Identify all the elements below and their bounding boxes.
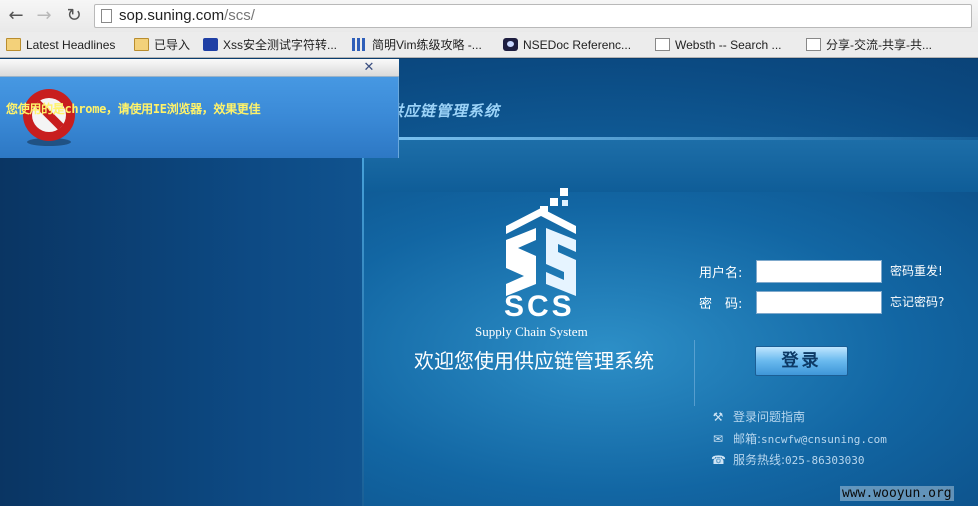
wrench-icon: ⚒ <box>712 410 724 424</box>
scs-logo-icon <box>506 188 576 296</box>
header-glow-line <box>362 137 978 140</box>
bookmark-imported[interactable]: 已导入 <box>134 37 190 53</box>
watermark-text: www.wooyun.org <box>840 486 954 501</box>
username-input[interactable] <box>756 260 882 283</box>
bars-icon <box>352 38 367 51</box>
login-button[interactable]: 登录 <box>755 346 848 376</box>
envelope-icon: ✉ <box>712 432 724 446</box>
page-icon <box>655 38 670 51</box>
browser-toolbar: ← → ↻ sop.suning.com/scs/ <box>0 0 978 32</box>
browser-warning-message: 您使用的是chrome，请使用IE浏览器，效果更佳 <box>6 102 261 116</box>
forgot-password-link[interactable]: 忘记密码? <box>890 293 944 310</box>
logo-subtitle: Supply Chain System <box>475 324 588 339</box>
reset-password-link[interactable]: 密码重发! <box>890 262 943 279</box>
browser-warning-popup: ✕ 您使用的是chrome，请使用IE浏览器，效果更佳 <box>0 59 399 158</box>
username-label: 用户名: <box>699 266 743 281</box>
hotline-number: 025-86303030 <box>785 454 865 467</box>
bookmark-xss[interactable]: Xss安全测试字符转... <box>203 37 337 53</box>
info-separator <box>694 340 695 406</box>
bookmark-websth[interactable]: Websth -- Search ... <box>655 37 781 53</box>
reload-icon[interactable]: ↻ <box>62 4 86 28</box>
address-bar[interactable]: sop.suning.com/scs/ <box>94 4 972 28</box>
close-icon[interactable]: ✕ <box>362 59 376 77</box>
bookmark-latest-headlines[interactable]: Latest Headlines <box>6 37 115 53</box>
folder-icon <box>134 38 149 51</box>
panel-divider <box>362 139 364 506</box>
bookmarks-bar: Latest Headlines 已导入 Xss安全测试字符转... 简明Vim… <box>0 32 978 58</box>
page-icon <box>806 38 821 51</box>
folder-icon <box>6 38 21 51</box>
password-label: 密 码: <box>699 297 743 312</box>
hotline-info: ☎ 服务热线:025-86303030 <box>711 453 865 467</box>
email-address: sncwfw@cnsuning.com <box>761 433 887 446</box>
welcome-text: 欢迎您使用供应链管理系统 <box>414 349 654 373</box>
back-arrow-icon[interactable]: ← <box>4 4 28 28</box>
phone-icon: ☎ <box>711 453 726 467</box>
bookmark-vim[interactable]: 简明Vim练级攻略 -... <box>352 37 482 53</box>
url-text: sop.suning.com/scs/ <box>119 7 255 24</box>
logo-text: SCS <box>504 290 575 323</box>
email-info: ✉ 邮箱:sncwfw@cnsuning.com <box>712 432 887 446</box>
bookmark-share[interactable]: 分享-交流-共享-共... <box>806 37 932 53</box>
eye-icon <box>503 38 518 51</box>
system-title: 供应链管理系统 <box>388 102 501 120</box>
prohibited-icon <box>23 89 75 146</box>
bookmark-nsedoc[interactable]: NSEDoc Referenc... <box>503 37 631 53</box>
forward-arrow-icon[interactable]: → <box>32 4 56 28</box>
login-guide-link[interactable]: ⚒ 登录问题指南 <box>711 408 805 425</box>
password-input[interactable] <box>756 291 882 314</box>
paw-icon <box>203 38 218 51</box>
page-icon <box>101 9 112 23</box>
popup-title-bar: ✕ <box>0 59 399 77</box>
header-band <box>364 140 978 192</box>
